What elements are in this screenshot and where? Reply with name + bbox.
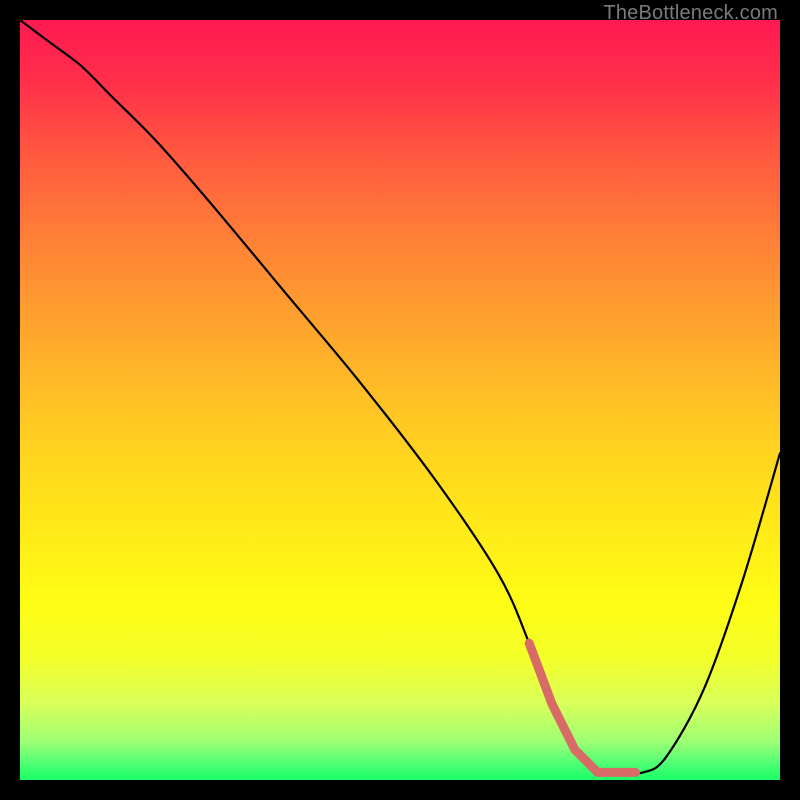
flat-region-highlight bbox=[529, 643, 635, 772]
watermark-text: TheBottleneck.com bbox=[603, 2, 778, 25]
plot-area bbox=[20, 20, 780, 780]
bottleneck-curve bbox=[20, 20, 780, 774]
chart-container: TheBottleneck.com bbox=[0, 0, 800, 800]
curve-svg bbox=[20, 20, 780, 780]
